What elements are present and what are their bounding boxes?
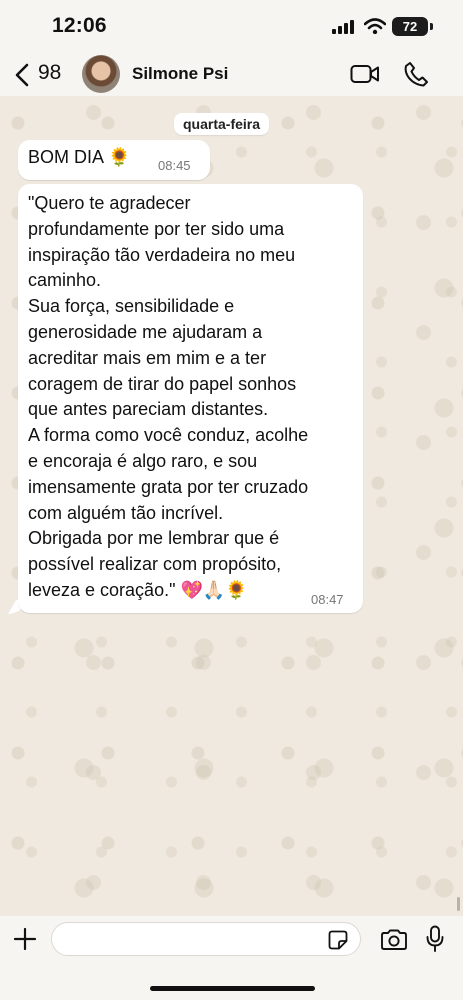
message-text: "Quero te agradecer profundamente por te… [28,193,309,600]
sticker-icon[interactable] [328,930,348,955]
status-bar: 12:06 72 [0,0,463,52]
composer-bar [0,916,463,1000]
home-indicator[interactable] [150,986,315,991]
battery-cap [430,23,433,30]
cellular-signal-icon [332,20,356,39]
chat-header: 98 Silmone Psi [0,52,463,96]
wifi-icon [363,18,387,39]
message-bubble[interactable]: BOM DIA 🌻 08:45 [18,140,210,180]
message-text: BOM DIA 🌻 [28,147,131,167]
camera-icon[interactable] [380,929,408,956]
contact-name[interactable]: Silmone Psi [132,64,228,84]
message-timestamp: 08:45 [158,158,191,173]
message-timestamp: 08:47 [311,592,344,607]
day-separator: quarta-feira [174,113,270,135]
status-time: 12:06 [52,14,107,37]
microphone-icon[interactable] [426,925,444,958]
message-input[interactable] [51,922,361,956]
battery-icon: 72 [392,17,428,36]
chevron-left-icon[interactable] [12,62,32,93]
phone-icon[interactable] [404,61,428,92]
unread-count[interactable]: 98 [38,61,61,85]
plus-icon[interactable] [13,927,37,956]
video-camera-icon[interactable] [350,64,380,89]
avatar[interactable] [82,55,120,93]
message-bubble[interactable]: "Quero te agradecer profundamente por te… [18,184,363,613]
scrollbar[interactable] [457,897,460,911]
